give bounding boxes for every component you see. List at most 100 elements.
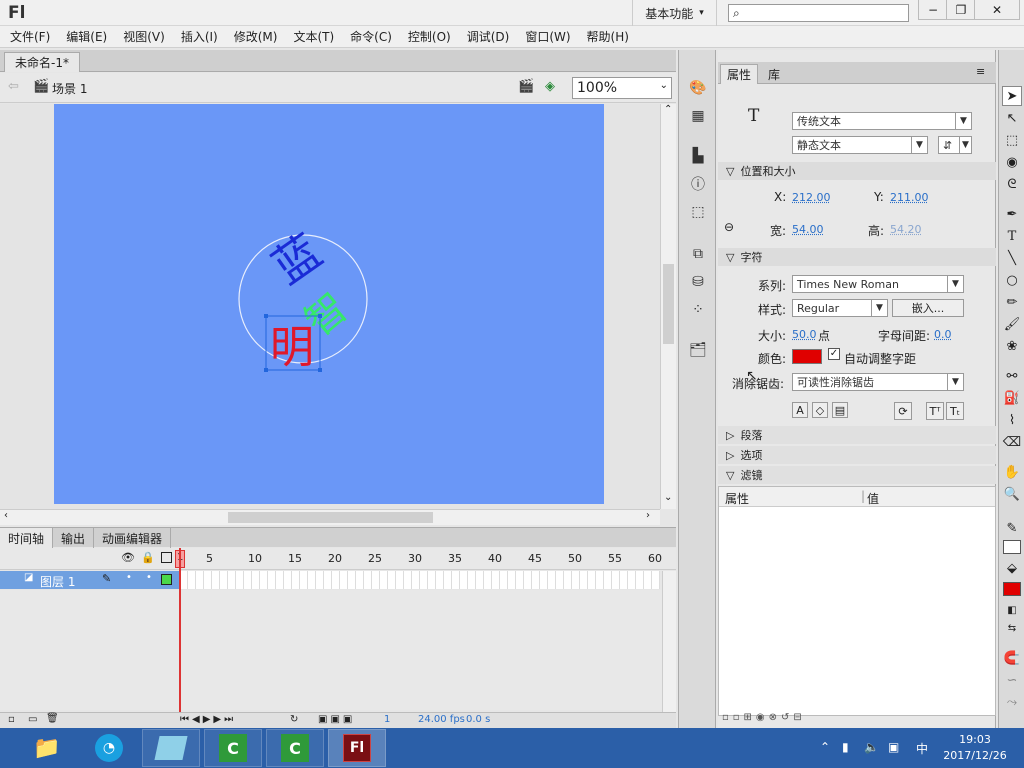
paint-bucket-tool-icon[interactable]: ⛽ — [1002, 388, 1022, 408]
ime-indicator[interactable]: 中 — [916, 740, 928, 757]
browser-icon[interactable]: ◔ — [80, 729, 138, 767]
outline-icon[interactable] — [161, 552, 172, 563]
superscript-icon[interactable]: Tᵀ — [926, 402, 944, 420]
text-direction-select[interactable]: ⇵ ▼ — [938, 136, 972, 154]
playback-controls-icon[interactable]: ⏮◀▶▶⏭ — [180, 714, 236, 725]
flash-taskbar-button[interactable]: Fl — [328, 729, 386, 767]
selection-handle[interactable] — [318, 368, 322, 372]
system-clock[interactable]: 19:03 2017/12/26 — [930, 732, 1020, 764]
subselection-tool-icon[interactable]: ↖ — [1002, 108, 1022, 128]
project-icon[interactable]: 🗂 — [688, 340, 708, 360]
section-position-size[interactable]: ▽ 位置和大小 — [718, 162, 996, 180]
scrollbar-thumb[interactable] — [663, 264, 674, 344]
tab-timeline[interactable]: 时间轴 — [0, 528, 54, 548]
stage-vertical-scrollbar[interactable]: ⌃ ⌄ — [660, 104, 676, 509]
volume-icon[interactable]: 🔈 — [864, 740, 879, 754]
eyedropper-tool-icon[interactable]: ⌇ — [1002, 410, 1022, 430]
selectable-icon[interactable]: A — [792, 402, 808, 418]
html-render-icon[interactable]: ◇ — [812, 402, 828, 418]
section-paragraph[interactable]: ▷ 段落 — [718, 426, 996, 444]
scroll-down-icon[interactable]: ⌄ — [664, 492, 672, 503]
text-color-swatch[interactable] — [792, 349, 822, 364]
menu-file[interactable]: 文件(F) — [2, 28, 58, 45]
lock-dot[interactable]: • — [146, 572, 152, 583]
info-icon[interactable]: ⓘ — [688, 174, 708, 194]
tray-expand-icon[interactable]: ⌃ — [820, 740, 830, 754]
minimize-button[interactable]: − — [918, 0, 948, 20]
tab-motion-editor[interactable]: 动画编辑器 — [94, 528, 172, 548]
link-icon[interactable]: ⊖ — [724, 220, 734, 234]
time-readout[interactable]: 0.0 s — [466, 714, 490, 725]
filter-actions-icon[interactable]: ▫▫⊞◉⊗↺⊟ — [722, 712, 842, 726]
color-palette-icon[interactable]: 🎨 — [688, 78, 708, 98]
current-frame-readout[interactable]: 1 — [384, 714, 390, 725]
timeline-vertical-scrollbar[interactable] — [662, 571, 676, 712]
panel-menu-icon[interactable]: ≡ — [976, 65, 985, 78]
document-tab[interactable]: 未命名-1* — [4, 52, 80, 72]
text-type-select[interactable]: 静态文本 ▼ — [792, 136, 928, 154]
code-snippets-icon[interactable]: ⧉ — [688, 244, 708, 264]
section-character[interactable]: ▽ 字符 — [718, 248, 996, 266]
subscript-icon[interactable]: Tₜ — [946, 402, 964, 420]
scroll-up-icon[interactable]: ⌃ — [664, 104, 672, 115]
scroll-right-icon[interactable]: › — [646, 510, 650, 521]
tab-output[interactable]: 输出 — [53, 528, 95, 548]
straighten-icon[interactable]: ⤳ — [1002, 692, 1022, 712]
network-icon[interactable]: ▣ — [888, 740, 899, 754]
section-options[interactable]: ▷ 选项 — [718, 446, 996, 464]
menu-help[interactable]: 帮助(H) — [579, 28, 637, 45]
lasso-tool-icon[interactable]: ᘓ — [1002, 174, 1022, 194]
onion-skin-icon[interactable]: ▣▣▣ — [318, 714, 355, 725]
x-value[interactable]: 212.00 — [792, 191, 831, 204]
menu-debug[interactable]: 调试(D) — [459, 28, 518, 45]
loop-icon[interactable]: ↻ — [290, 714, 298, 725]
back-arrow-icon[interactable]: ⇦ — [8, 79, 19, 94]
smooth-icon[interactable]: ∽ — [1002, 670, 1022, 690]
motion-presets-icon[interactable]: ⁘ — [688, 300, 708, 320]
transform-icon[interactable]: ⬚ — [688, 202, 708, 222]
snap-magnet-icon[interactable]: 🧲 — [1002, 648, 1022, 668]
embed-button[interactable]: 嵌入... — [892, 299, 964, 317]
stage-text-ming[interactable]: 明 — [270, 322, 314, 373]
stage[interactable]: 蓝 智 明 — [54, 104, 604, 504]
lock-icon[interactable]: 🔒 — [141, 551, 155, 564]
black-white-icon[interactable]: ◧ — [1002, 600, 1022, 620]
menu-insert[interactable]: 插入(I) — [173, 28, 226, 45]
section-filters[interactable]: ▽ 滤镜 — [718, 466, 996, 484]
y-value[interactable]: 211.00 — [890, 191, 929, 204]
selection-handle[interactable] — [264, 368, 268, 372]
text-tool-icon[interactable]: T — [1002, 226, 1022, 246]
workspace-switcher[interactable]: 基本功能 ▾ — [632, 0, 717, 26]
stroke-color-icon[interactable]: ✎ — [1002, 518, 1022, 538]
battery-icon[interactable]: ▮ — [842, 740, 849, 754]
pencil-tool-icon[interactable]: ✏ — [1002, 292, 1022, 312]
font-family-select[interactable]: Times New Roman ▼ — [792, 275, 964, 293]
stage-text-lan[interactable]: 蓝 — [263, 224, 332, 295]
size-value[interactable]: 50.0 — [792, 328, 817, 341]
notes-app-icon[interactable] — [142, 729, 200, 767]
scrollbar-thumb[interactable] — [228, 512, 433, 523]
stage-horizontal-scrollbar[interactable]: ‹ › — [0, 509, 660, 525]
selection-tool-icon[interactable]: ➤ — [1002, 86, 1022, 106]
menu-modify[interactable]: 修改(M) — [226, 28, 286, 45]
hand-tool-icon[interactable]: ✋ — [1002, 462, 1022, 482]
restore-button[interactable]: ❐ — [946, 0, 976, 20]
edit-symbol-icon[interactable]: ◈ — [545, 79, 555, 94]
frames-row[interactable] — [180, 571, 660, 589]
layer-row[interactable]: ◪ 图层 1 ✎ • • — [0, 571, 180, 589]
menu-control[interactable]: 控制(O) — [400, 28, 459, 45]
edit-scene-icon[interactable]: 🎬 — [518, 79, 534, 94]
zoom-tool-icon[interactable]: 🔍 — [1002, 484, 1022, 504]
help-search-input[interactable]: ⌕ — [728, 4, 909, 22]
menu-window[interactable]: 窗口(W) — [517, 28, 578, 45]
eye-icon[interactable]: 👁 — [121, 551, 135, 564]
fill-color-icon[interactable]: ⬙ — [1002, 558, 1022, 578]
layer-name[interactable]: 图层 1 — [40, 573, 75, 590]
swap-colors-icon[interactable]: ⇆ — [1002, 618, 1022, 638]
menu-view[interactable]: 视图(V) — [115, 28, 173, 45]
layer-color-swatch[interactable] — [161, 574, 172, 585]
rotation-icon[interactable]: ⟳ — [894, 402, 912, 420]
oval-tool-icon[interactable]: ○ — [1002, 270, 1022, 290]
close-button[interactable]: ✕ — [974, 0, 1020, 20]
eraser-tool-icon[interactable]: ⌫ — [1002, 432, 1022, 452]
